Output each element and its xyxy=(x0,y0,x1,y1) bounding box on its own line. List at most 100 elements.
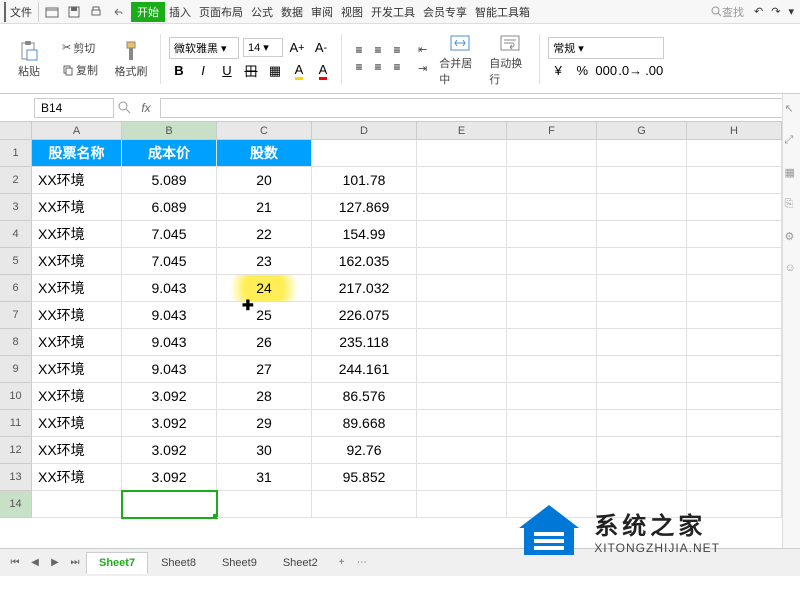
cell[interactable] xyxy=(597,464,687,491)
cell[interactable] xyxy=(312,491,417,518)
merge-center-button[interactable]: 合并居中 xyxy=(439,30,481,88)
cell[interactable] xyxy=(687,140,782,167)
cell[interactable]: 154.99 xyxy=(312,221,417,248)
grid-icon[interactable]: ▦ xyxy=(785,166,799,180)
cell[interactable]: 127.869 xyxy=(312,194,417,221)
gear-icon[interactable]: ⚙ xyxy=(785,230,799,244)
cell[interactable]: XX环境 xyxy=(32,248,122,275)
cell[interactable] xyxy=(417,356,507,383)
cell[interactable]: XX环境 xyxy=(32,194,122,221)
increase-decimal-button[interactable]: .0→ xyxy=(620,61,640,81)
cell[interactable] xyxy=(597,410,687,437)
cell[interactable] xyxy=(417,275,507,302)
percent-button[interactable]: % xyxy=(572,61,592,81)
cell[interactable] xyxy=(507,167,597,194)
face-icon[interactable]: ☺ xyxy=(785,262,799,276)
cell-reference-input[interactable] xyxy=(34,98,114,118)
copy-button[interactable]: 复制 xyxy=(58,60,102,80)
number-format-select[interactable]: 常规 ▾ xyxy=(548,37,664,59)
cell[interactable] xyxy=(687,167,782,194)
indent-left-button[interactable]: ⇤ xyxy=(414,41,431,58)
cell[interactable]: 9.043 xyxy=(122,275,217,302)
menu-tab[interactable]: 公式 xyxy=(247,2,277,22)
align-middle-button[interactable]: ≡ xyxy=(369,42,387,58)
cell[interactable] xyxy=(597,329,687,356)
column-header[interactable]: F xyxy=(507,122,597,139)
cell[interactable] xyxy=(417,329,507,356)
underline-button[interactable]: U xyxy=(217,61,237,81)
cell[interactable] xyxy=(507,194,597,221)
cell[interactable]: 89.668 xyxy=(312,410,417,437)
cell[interactable] xyxy=(507,410,597,437)
cell[interactable] xyxy=(597,221,687,248)
cell[interactable] xyxy=(687,194,782,221)
cell[interactable]: XX环境 xyxy=(32,167,122,194)
sheet-tab[interactable]: Sheet8 xyxy=(148,552,209,574)
cell[interactable] xyxy=(417,464,507,491)
cell[interactable]: 24 xyxy=(217,275,312,302)
cell[interactable]: 7.045 xyxy=(122,221,217,248)
cell[interactable] xyxy=(687,275,782,302)
cell[interactable] xyxy=(597,140,687,167)
cell[interactable] xyxy=(597,437,687,464)
cell[interactable] xyxy=(687,410,782,437)
align-right-button[interactable]: ≡ xyxy=(388,59,406,75)
row-header[interactable]: 4 xyxy=(0,221,32,248)
cell[interactable] xyxy=(417,302,507,329)
redo-icon[interactable]: ↷ xyxy=(769,3,782,20)
header-cell[interactable]: 股票名称 xyxy=(32,140,122,167)
cell[interactable]: 21 xyxy=(217,194,312,221)
cell[interactable]: 5.089 xyxy=(122,167,217,194)
cell[interactable] xyxy=(122,491,217,518)
currency-button[interactable]: ¥ xyxy=(548,61,568,81)
cell[interactable]: XX环境 xyxy=(32,383,122,410)
comma-button[interactable]: 000 xyxy=(596,61,616,81)
menu-hamburger-icon[interactable]: 文件 xyxy=(4,2,39,22)
cell[interactable]: 3.092 xyxy=(122,437,217,464)
cell[interactable]: 6.089 xyxy=(122,194,217,221)
row-header[interactable]: 10 xyxy=(0,383,32,410)
cell[interactable]: 226.075 xyxy=(312,302,417,329)
cell[interactable]: XX环境 xyxy=(32,437,122,464)
column-header[interactable]: B xyxy=(122,122,217,139)
column-header[interactable]: G xyxy=(597,122,687,139)
cell[interactable] xyxy=(312,140,417,167)
border-button[interactable]: ▦ xyxy=(265,61,285,81)
cell[interactable]: XX环境 xyxy=(32,356,122,383)
cell[interactable]: XX环境 xyxy=(32,221,122,248)
sheet-tab[interactable]: Sheet2 xyxy=(270,552,331,574)
row-header[interactable]: 5 xyxy=(0,248,32,275)
cell[interactable] xyxy=(597,383,687,410)
cell[interactable] xyxy=(687,464,782,491)
chevron-down-icon[interactable]: ▾ xyxy=(786,3,796,20)
menu-tab[interactable]: 页面布局 xyxy=(195,2,247,22)
bold-button[interactable]: B xyxy=(169,61,189,81)
cut-button[interactable]: ✂ 剪切 xyxy=(58,38,102,58)
menu-tab[interactable]: 视图 xyxy=(337,2,367,22)
cell[interactable] xyxy=(597,302,687,329)
cell[interactable] xyxy=(417,248,507,275)
menu-tab[interactable]: 审阅 xyxy=(307,2,337,22)
cell[interactable]: 162.035 xyxy=(312,248,417,275)
cell[interactable] xyxy=(687,302,782,329)
row-header[interactable]: 11 xyxy=(0,410,32,437)
cell[interactable] xyxy=(507,329,597,356)
print-icon[interactable] xyxy=(87,3,105,21)
cell[interactable] xyxy=(597,356,687,383)
cell[interactable] xyxy=(417,410,507,437)
font-size-select[interactable]: 14 ▾ xyxy=(243,38,283,57)
sheet-tab[interactable]: Sheet7 xyxy=(86,552,148,574)
cell[interactable] xyxy=(687,491,782,518)
cell[interactable] xyxy=(507,248,597,275)
cell[interactable]: 235.118 xyxy=(312,329,417,356)
menu-tab[interactable]: 会员专享 xyxy=(419,2,471,22)
cell[interactable] xyxy=(507,383,597,410)
column-header[interactable]: A xyxy=(32,122,122,139)
format-painter-button[interactable]: 格式刷 xyxy=(110,30,152,88)
sheet-tab[interactable]: Sheet9 xyxy=(209,552,270,574)
cell[interactable] xyxy=(597,248,687,275)
cell[interactable] xyxy=(417,167,507,194)
cell[interactable] xyxy=(217,491,312,518)
cell[interactable]: 3.092 xyxy=(122,464,217,491)
cell[interactable]: 26 xyxy=(217,329,312,356)
